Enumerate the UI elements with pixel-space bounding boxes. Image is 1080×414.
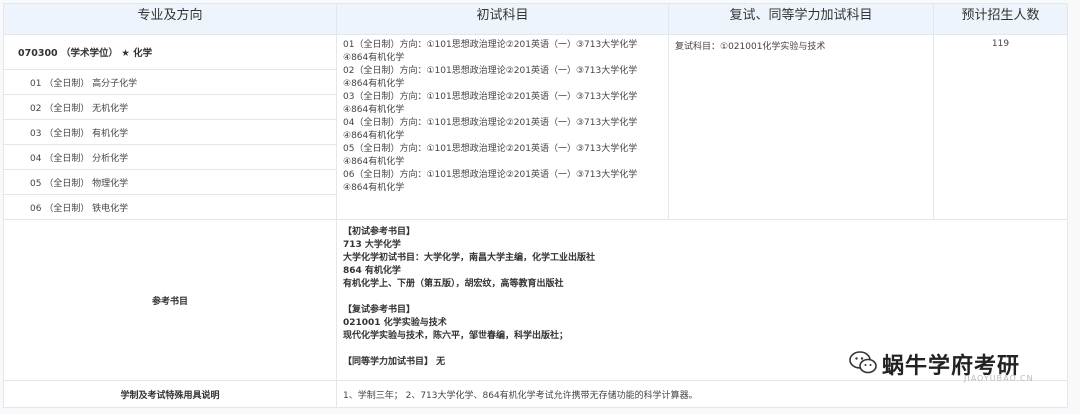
ref-initial-heading: 【初试参考书目】	[343, 227, 416, 237]
ref-retest-heading: 【复试参考书目】	[343, 305, 416, 315]
direction-item: 03 （全日制） 有机化学	[3, 119, 337, 145]
watermark: 蜗牛学府考研 JIAOYUBAO.CN	[848, 342, 1074, 386]
page-frame: 专业及方向 初试科目 复试、同等学力加试科目 预计招生人数 070300 （学术…	[0, 0, 1080, 414]
ref-book-code: 864 有机化学	[343, 266, 401, 276]
exam-line: ④864有机化学	[343, 131, 405, 141]
exam-line: ④864有机化学	[343, 105, 405, 115]
major-label: 070300 （学术学位） ★ 化学	[3, 34, 337, 70]
notes-label: 学制及考试特殊用具说明	[3, 380, 337, 408]
exam-line: ④864有机化学	[343, 183, 405, 193]
direction-item: 06 （全日制） 铁电化学	[3, 194, 337, 220]
exam-line: ④864有机化学	[343, 79, 405, 89]
exam-line: 06（全日制）方向：①101思想政治理论②201英语（一）③713大学化学	[343, 170, 638, 180]
table-row: 070300 （学术学位） ★ 化学 01（全日制）方向：①101思想政治理论②…	[3, 34, 1068, 220]
ref-book-desc: 有机化学上、下册（第五版），胡宏纹，高等教育出版社	[343, 279, 564, 289]
exam-line: ④864有机化学	[343, 53, 405, 63]
references-label: 参考书目	[3, 219, 337, 381]
table-header: 专业及方向 初试科目 复试、同等学力加试科目 预计招生人数	[3, 3, 1068, 35]
wechat-icon	[849, 351, 877, 374]
exam-line: 04（全日制）方向：①101思想政治理论②201英语（一）③713大学化学	[343, 118, 638, 128]
exam-line: 01（全日制）方向：①101思想政治理论②201英语（一）③713大学化学	[343, 40, 638, 50]
retest-cell: 复试科目：①021001化学实验与技术	[668, 34, 934, 220]
ref-book-code: 021001 化学实验与技术	[343, 318, 447, 328]
ref-book-desc: 大学化学初试书目：大学化学，南昌大学主编，化学工业出版社	[343, 253, 596, 263]
header-initial-exam: 初试科目	[336, 3, 669, 35]
initial-exam-cell: 01（全日制）方向：①101思想政治理论②201英语（一）③713大学化学 ④8…	[336, 34, 669, 220]
direction-item: 01 （全日制） 高分子化学	[3, 69, 337, 95]
watermark-subtext: JIAOYUBAO.CN	[964, 374, 1034, 383]
exam-line: ④864有机化学	[343, 157, 405, 167]
header-direction: 专业及方向	[3, 3, 337, 35]
enrollment-count: 119	[933, 34, 1068, 220]
exam-line: 02（全日制）方向：①101思想政治理论②201英语（一）③713大学化学	[343, 66, 638, 76]
exam-line: 05（全日制）方向：①101思想政治理论②201英语（一）③713大学化学	[343, 144, 638, 154]
exam-line: 03（全日制）方向：①101思想政治理论②201英语（一）③713大学化学	[343, 92, 638, 102]
direction-item: 02 （全日制） 无机化学	[3, 94, 337, 120]
header-retest: 复试、同等学力加试科目	[668, 3, 934, 35]
direction-item: 05 （全日制） 物理化学	[3, 169, 337, 195]
ref-book-code: 713 大学化学	[343, 240, 401, 250]
header-enrollment-count: 预计招生人数	[933, 3, 1068, 35]
direction-item: 04 （全日制） 分析化学	[3, 144, 337, 170]
